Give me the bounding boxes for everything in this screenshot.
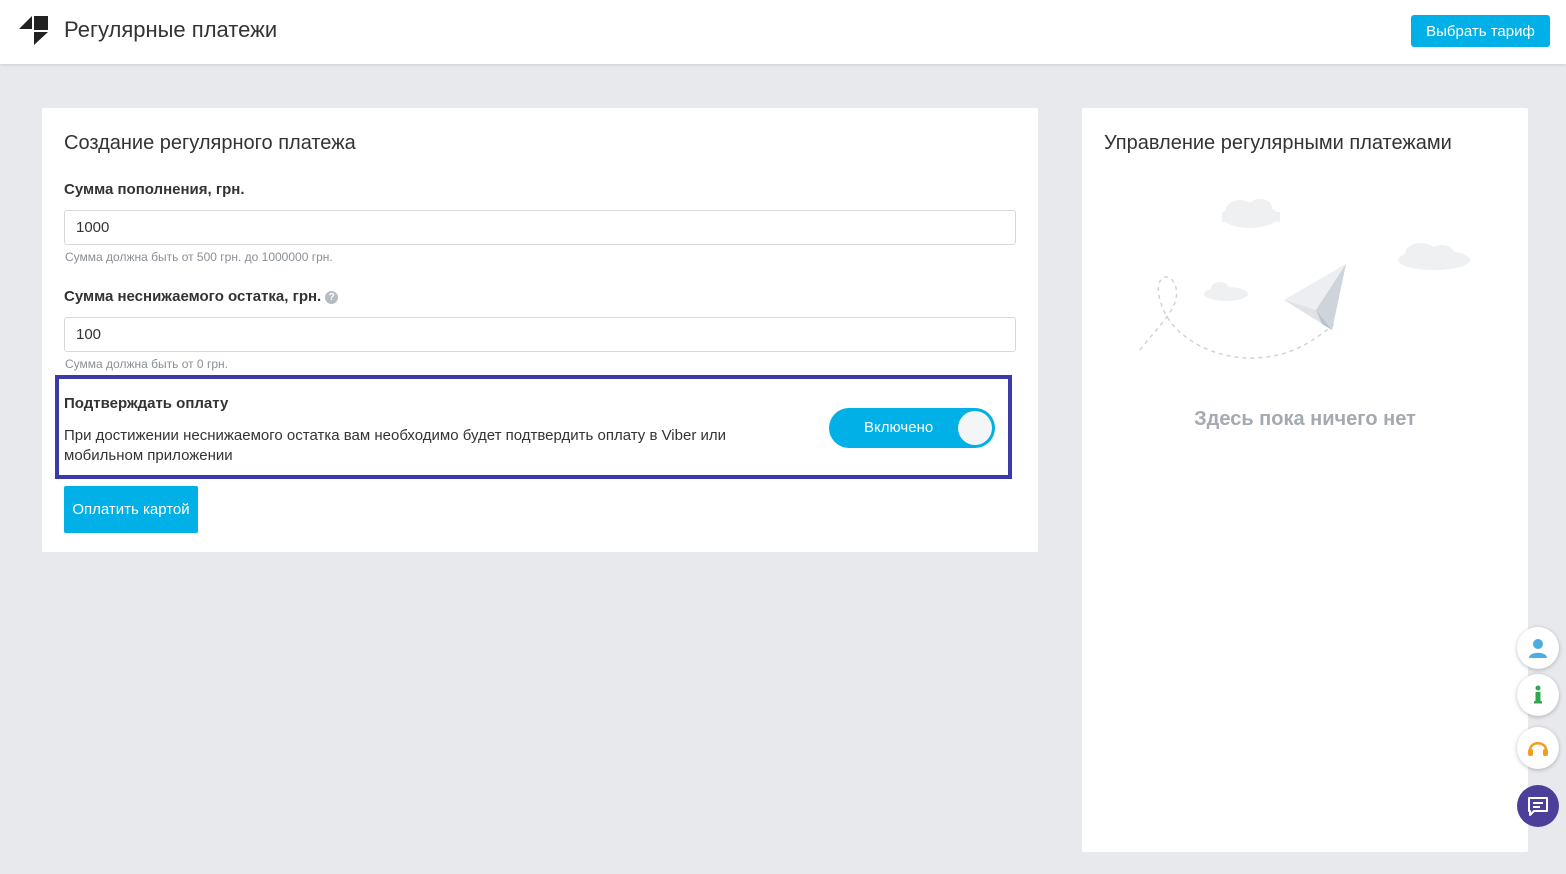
confirm-payment-section: Подтверждать оплату При достижении несни… bbox=[55, 375, 1012, 479]
headset-icon bbox=[1528, 742, 1548, 756]
user-icon bbox=[1529, 639, 1547, 658]
confirm-payment-description: При достижении неснижаемого остатка вам … bbox=[64, 427, 726, 464]
minimum-balance-input[interactable] bbox=[64, 317, 1016, 352]
help-icon[interactable]: ? bbox=[325, 290, 339, 304]
page-title: Регулярные платежи bbox=[64, 17, 278, 42]
info-fab[interactable] bbox=[1517, 674, 1559, 716]
support-fab[interactable] bbox=[1517, 727, 1559, 769]
minimum-balance-label-row: Сумма неснижаемого остатка, грн.? bbox=[64, 288, 339, 305]
profile-fab[interactable] bbox=[1517, 627, 1559, 669]
logo-icon bbox=[19, 16, 48, 45]
top-bar: Регулярные платежи Выбрать тариф bbox=[0, 0, 1566, 64]
confirm-payment-toggle[interactable]: Включено bbox=[829, 408, 995, 448]
empty-state-text: Здесь пока ничего нет bbox=[1194, 408, 1416, 430]
create-payment-card: Создание регулярного платежа Сумма попол… bbox=[42, 108, 1038, 552]
create-payment-title: Создание регулярного платежа bbox=[64, 132, 356, 154]
manage-payments-title: Управление регулярными платежами bbox=[1104, 132, 1452, 154]
info-icon bbox=[1534, 685, 1542, 704]
topup-amount-input[interactable] bbox=[64, 210, 1016, 245]
toggle-knob bbox=[958, 411, 992, 445]
paper-plane-illustration bbox=[1139, 199, 1470, 359]
minimum-balance-hint: Сумма должна быть от 0 грн. bbox=[65, 357, 228, 371]
topup-amount-label: Сумма пополнения, грн. bbox=[64, 181, 245, 198]
minimum-balance-label: Сумма неснижаемого остатка, грн. bbox=[64, 288, 322, 305]
chat-fab[interactable] bbox=[1517, 785, 1559, 827]
chat-icon bbox=[1528, 797, 1548, 816]
choose-tariff-button[interactable]: Выбрать тариф bbox=[1411, 15, 1550, 47]
topup-amount-hint: Сумма должна быть от 500 грн. до 1000000… bbox=[65, 250, 333, 264]
manage-payments-card: Управление регулярными платежами Здесь п… bbox=[1082, 108, 1528, 852]
toggle-label: Включено bbox=[864, 419, 934, 436]
confirm-payment-title: Подтверждать оплату bbox=[64, 395, 229, 412]
pay-by-card-button[interactable]: Оплатить картой bbox=[64, 486, 198, 533]
